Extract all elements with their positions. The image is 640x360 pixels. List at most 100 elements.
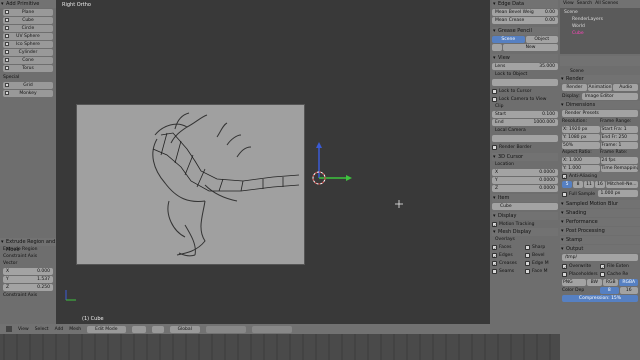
cache-result-checkbox[interactable]: Cache Re — [600, 270, 638, 278]
item-name-field[interactable]: Cube — [492, 203, 558, 210]
output-path-field[interactable]: /tmp/ — [562, 254, 638, 261]
cursor-field[interactable]: Y 0.0000 — [492, 177, 558, 184]
viewport[interactable]: Right Ortho (1) Cube — [56, 0, 490, 324]
section-header[interactable]: Output — [560, 245, 640, 253]
format-rgb[interactable]: RGB — [603, 279, 619, 286]
overlay-checkbox[interactable]: Bevel — [525, 251, 558, 259]
grease-pencil-header[interactable]: Grease Pencil — [492, 27, 558, 35]
editor-type-icon[interactable] — [6, 326, 12, 332]
outliner-tab-scenes[interactable]: All Scenes — [595, 0, 618, 8]
resolution-field[interactable]: 50% — [562, 141, 600, 149]
clip-end-field[interactable]: End 1000.000 — [492, 119, 558, 126]
section-header[interactable]: Post Processing — [560, 227, 640, 235]
menu-select[interactable]: Select — [35, 327, 49, 332]
operator-header[interactable]: Extrude Region and Move — [0, 238, 56, 253]
add-mesh-button[interactable]: Cone — [3, 57, 53, 64]
anti-aliasing-header[interactable]: ✓ Anti-Aliasing — [560, 172, 640, 180]
overwrite-checkbox[interactable]: ✓ Overwrite — [562, 262, 600, 270]
local-camera-field[interactable] — [492, 135, 558, 142]
scene-tab[interactable]: Scene — [492, 36, 525, 43]
edge-data-header[interactable]: Edge Data — [492, 0, 558, 8]
overlay-checkbox[interactable]: Edge M — [525, 259, 558, 267]
mode-dropdown[interactable]: Edit Mode — [87, 325, 126, 333]
mean-bevel-field[interactable]: Mean Bevel Weig 0.00 — [492, 9, 558, 16]
resolution-field[interactable]: X: 1920 px — [562, 125, 600, 133]
format-rgba[interactable]: RGBA — [619, 279, 638, 286]
file-extensions-checkbox[interactable]: ✓ File Exten — [600, 262, 638, 270]
audio-button[interactable]: Audio — [613, 84, 639, 91]
aspect-field[interactable]: X: 1.000 — [562, 156, 600, 164]
add-mesh-button[interactable]: Plane — [3, 9, 53, 16]
snap-buttons[interactable] — [251, 325, 292, 333]
resolution-field[interactable]: Start Fra: 1 — [600, 125, 638, 133]
overlay-checkbox[interactable]: Seams — [492, 267, 525, 275]
overlay-checkbox[interactable]: ✓ Faces — [492, 243, 525, 251]
render-button[interactable]: Render — [562, 84, 587, 91]
section-header[interactable]: Shading — [560, 209, 640, 217]
new-button[interactable]: New — [503, 44, 558, 51]
render-header[interactable]: Render — [560, 75, 640, 83]
format-png[interactable]: PNG — [562, 279, 586, 286]
pivot-dropdown[interactable] — [151, 325, 164, 333]
display-header[interactable]: Display — [492, 212, 558, 220]
format-bw[interactable]: BW — [586, 279, 603, 286]
aa-16-button[interactable]: 16 — [595, 181, 605, 188]
aa-filter-dropdown[interactable]: Mitchell-Ne... — [606, 181, 638, 188]
outliner-scene[interactable]: Scene — [564, 10, 636, 17]
section-header[interactable]: Performance — [560, 218, 640, 226]
cursor-header[interactable]: 3D Cursor — [492, 153, 558, 161]
aa-5-button[interactable]: 5 — [562, 181, 572, 188]
render-border-checkbox[interactable]: Render Border — [492, 143, 558, 151]
layer-buttons[interactable] — [205, 325, 246, 333]
filter-size-field[interactable]: 1.000 px — [597, 190, 638, 197]
aspect-field[interactable]: 24 fps — [600, 156, 638, 164]
overlay-checkbox[interactable]: ✓ Edges — [492, 251, 525, 259]
vector-field[interactable]: X 0.000 — [3, 268, 53, 275]
add-mesh-button[interactable]: Cube — [3, 17, 53, 24]
add-mesh-button[interactable]: UV Sphere — [3, 33, 53, 40]
outliner-renderlayers[interactable]: RenderLayers — [564, 17, 636, 24]
add-mesh-button[interactable]: Cylinder — [3, 49, 53, 56]
add-primitive-header[interactable]: Add Primitive — [0, 0, 56, 8]
outliner-world[interactable]: World — [564, 24, 636, 31]
orientation-dropdown[interactable]: Global — [169, 325, 200, 333]
lock-object-field[interactable] — [492, 79, 558, 86]
render-presets-dropdown[interactable]: Render Presets — [562, 110, 638, 117]
menu-view[interactable]: View — [18, 327, 29, 332]
add-special-button[interactable]: Grid — [3, 82, 53, 89]
lock-camera-checkbox[interactable]: Lock Camera to View — [492, 95, 558, 103]
clip-start-field[interactable]: Start 0.100 — [492, 111, 558, 118]
placeholders-checkbox[interactable]: Placeholders — [562, 270, 600, 278]
depth-16[interactable]: 16 — [619, 287, 638, 294]
cursor-field[interactable]: X 0.0000 — [492, 169, 558, 176]
dimensions-header[interactable]: Dimensions — [560, 101, 640, 109]
display-dropdown[interactable]: Image Editor — [581, 93, 638, 100]
menu-add[interactable]: Add — [55, 327, 64, 332]
overlay-checkbox[interactable]: ✓ Creases — [492, 259, 525, 267]
item-header[interactable]: Item — [492, 194, 558, 202]
cursor-field[interactable]: Z 0.0000 — [492, 185, 558, 192]
depth-8[interactable]: 8 — [600, 287, 619, 294]
resolution-field[interactable]: Frame: 1 — [600, 141, 638, 149]
vector-field[interactable]: Z 0.250 — [3, 284, 53, 291]
timeline[interactable] — [0, 334, 560, 360]
properties-tabs[interactable] — [560, 56, 640, 66]
overlay-checkbox[interactable]: Face M — [525, 267, 558, 275]
aa-8-button[interactable]: 8 — [573, 181, 583, 188]
resolution-field[interactable]: End Fr: 250 — [600, 133, 638, 141]
outliner-tab-view[interactable]: View — [563, 0, 574, 8]
vector-field[interactable]: Y 1.537 — [3, 276, 53, 283]
overlay-checkbox[interactable]: Sharp — [525, 243, 558, 251]
lens-field[interactable]: Lens 35.000 — [492, 63, 558, 70]
full-sample-checkbox[interactable]: Full Sample — [562, 190, 597, 198]
pencil-icon[interactable] — [492, 44, 502, 51]
add-mesh-button[interactable]: Ico Sphere — [3, 41, 53, 48]
animation-button[interactable]: Animation — [587, 84, 613, 91]
object-tab[interactable]: Object — [525, 36, 558, 43]
add-special-button[interactable]: Monkey — [3, 90, 53, 97]
shading-dropdown[interactable] — [131, 325, 146, 333]
aspect-field[interactable]: Y: 1.000 — [562, 164, 600, 172]
section-header[interactable]: Stamp — [560, 236, 640, 244]
aa-11-button[interactable]: 11 — [584, 181, 594, 188]
motion-tracking-checkbox[interactable]: ✓ Motion Tracking — [492, 220, 558, 228]
